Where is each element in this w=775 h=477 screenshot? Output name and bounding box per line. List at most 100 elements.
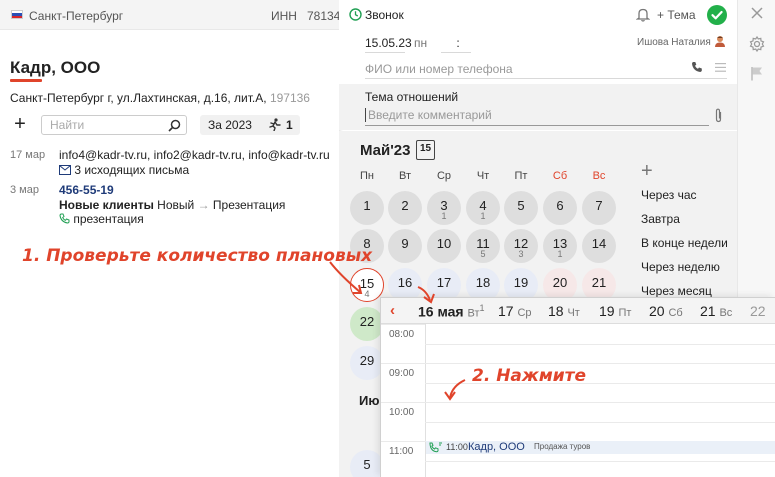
calendar-day[interactable]: 10 [427, 229, 461, 263]
owner-name[interactable]: Ишова Наталия [637, 37, 711, 48]
activity-date: 3 мар [10, 184, 39, 196]
calendar-day[interactable]: 11 5 [466, 229, 500, 263]
time-underline [441, 52, 471, 53]
gear-icon[interactable] [749, 36, 765, 52]
planned-count: 1 [557, 249, 563, 259]
planned-count: 5 [480, 249, 486, 259]
day-number: 10 [436, 236, 452, 251]
add-quick-option-button[interactable]: + [641, 160, 653, 183]
day-number: 7 [595, 198, 603, 213]
day-schedule-popup: ‹ 16 мая Вт1 17 Ср 18 Чт 19 Пт 20 Сб 21 … [380, 297, 775, 477]
calendar-day[interactable]: 5 [350, 450, 384, 477]
quick-option[interactable]: Завтра [641, 212, 680, 226]
day-number: 16 [397, 275, 413, 290]
save-button[interactable] [707, 5, 727, 25]
month-title[interactable]: Май'23 [360, 142, 411, 159]
calendar-day[interactable]: 13 1 [543, 229, 577, 263]
phone-icon[interactable] [691, 61, 703, 73]
day-tab[interactable]: 21 Вс [700, 303, 732, 319]
weekday-header: Вс [592, 170, 606, 182]
email-recipients[interactable]: info4@kadr-tv.ru, info2@kadr-tv.ru, info… [59, 148, 330, 162]
day-number: 14 [591, 236, 607, 251]
day-tab[interactable]: 18 Чт [548, 303, 580, 319]
calendar-day[interactable]: 12 3 [504, 229, 538, 263]
day-num: 19 [599, 303, 615, 319]
weekday-header: Ср [436, 170, 452, 182]
calendar-day[interactable]: 22 [350, 307, 384, 341]
day-number: 20 [552, 275, 568, 290]
day-number: 21 [591, 275, 607, 290]
activity-date: 17 мар [10, 149, 46, 161]
quick-option[interactable]: Через час [641, 188, 697, 202]
quick-option[interactable]: Через месяц [641, 284, 712, 298]
chevron-left-icon[interactable]: ‹ [390, 302, 395, 319]
contact-input[interactable]: ФИО или номер телефона [365, 62, 513, 76]
close-icon[interactable] [751, 7, 763, 19]
add-activity-button[interactable]: + [11, 114, 29, 134]
add-topic-button[interactable]: + Тема [657, 8, 696, 22]
day-number: 9 [401, 236, 409, 251]
bell-icon[interactable] [636, 7, 650, 22]
day-tab[interactable]: 17 Ср [498, 303, 532, 319]
day-number: 19 [513, 275, 529, 290]
calendar-today-icon[interactable]: 15 [416, 140, 435, 160]
search-icon[interactable] [168, 119, 181, 132]
day-num: 20 [649, 303, 665, 319]
call-topic[interactable]: презентация [59, 212, 144, 226]
phone-call-icon [59, 213, 70, 224]
weekday-header: Пн [360, 170, 374, 182]
event-description: Продажа туров [534, 442, 591, 451]
day-dow: Чт [567, 307, 580, 319]
activity-count: 1 [286, 118, 293, 132]
period-label: За 2023 [208, 118, 252, 132]
postal-code: 197136 [269, 91, 310, 105]
calendar-day[interactable]: 29 [350, 346, 384, 380]
hour-label: 08:00 [389, 329, 415, 340]
flag-icon[interactable] [750, 66, 764, 81]
calendar-day[interactable]: 9 [388, 229, 422, 263]
month-name: мая [437, 303, 464, 320]
day-dow: Ср [517, 307, 532, 319]
day-tab-selected[interactable]: 16 мая Вт1 [418, 303, 485, 320]
phone-call-icon [429, 442, 442, 453]
day-number: 5 [517, 198, 525, 213]
email-summary[interactable]: 3 исходящих письма [59, 163, 189, 177]
calendar-day-selected[interactable]: 15 4 [350, 268, 384, 302]
annotation-step-2: 2. Нажмите [472, 366, 587, 386]
day-num: 21 [700, 303, 716, 319]
activity-type-label[interactable]: Звонок [365, 8, 404, 22]
calendar-day[interactable]: 1 [350, 191, 384, 225]
calendar-day[interactable]: 6 [543, 191, 577, 225]
russia-flag-icon [11, 10, 23, 19]
scheduled-event[interactable]: 11:00 Кадр, ООО Продажа туров [426, 441, 775, 454]
day-tab[interactable]: 19 Пт [599, 303, 631, 319]
paperclip-icon[interactable] [714, 108, 723, 123]
phone-number-link[interactable]: 456-55-19 [59, 183, 114, 197]
activity-search[interactable] [41, 115, 187, 135]
quick-option[interactable]: Через неделю [641, 260, 720, 274]
quick-option[interactable]: В конце недели [641, 236, 728, 250]
time-column-divider [425, 324, 426, 477]
day-tab[interactable]: 20 Сб [649, 303, 683, 319]
hour-label: 11:00 [389, 446, 414, 457]
calendar-day[interactable]: 31 [427, 191, 461, 225]
calendar-day[interactable]: 41 [466, 191, 500, 225]
search-input[interactable] [42, 116, 162, 134]
day-tab[interactable]: 22 [750, 303, 766, 319]
time-field[interactable]: : [449, 36, 467, 50]
calendar-day[interactable]: 7 [582, 191, 616, 225]
menu-icon[interactable] [715, 63, 726, 72]
client-topbar: Санкт-Петербург ИНН 78134 [0, 0, 345, 30]
hour-label: 09:00 [389, 368, 415, 379]
day-number: 6 [556, 198, 564, 213]
calendar-day[interactable]: 14 [582, 229, 616, 263]
calendar-day[interactable]: 5 [504, 191, 538, 225]
address-text: Санкт-Петербург г, ул.Лахтинская, д.16, … [10, 91, 267, 105]
weekday-header: Сб [552, 170, 568, 182]
planned-count: 4 [364, 289, 370, 299]
date-field[interactable]: 15.05.23 [365, 36, 412, 50]
calendar-day[interactable]: 2 [388, 191, 422, 225]
period-filter-button[interactable]: За 2023 1 [200, 115, 300, 135]
comment-input[interactable] [365, 108, 705, 122]
comment-field[interactable] [365, 108, 709, 126]
